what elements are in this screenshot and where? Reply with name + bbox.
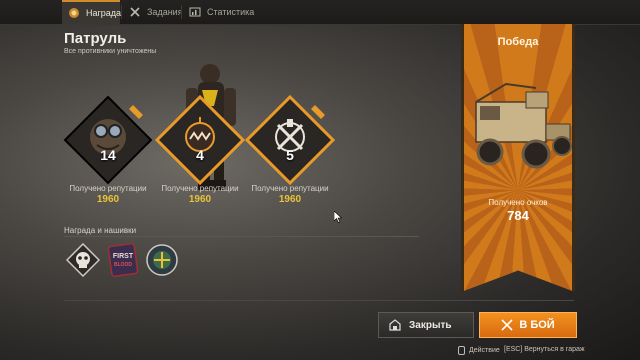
reputation-badge-2: 4 <box>155 95 245 185</box>
svg-text:FIRST: FIRST <box>113 253 134 260</box>
bottom-divider <box>64 300 574 301</box>
action-hint-label: Действие <box>469 347 500 354</box>
rep-value: 1960 <box>278 194 302 205</box>
mouse-icon <box>458 346 465 355</box>
armored-vehicle-illustration <box>466 74 574 184</box>
round-emblem-icon <box>146 244 178 276</box>
tab-tasks-label: Задания <box>147 7 183 17</box>
points-label: Получено очков <box>488 198 548 207</box>
garage-icon <box>389 319 401 331</box>
tab-reward-label: Награда <box>86 8 122 18</box>
mission-subtitle: Все противники уничтожены <box>64 48 157 55</box>
reputation-badge-3: 5 <box>245 95 335 185</box>
top-tab-bar: Награда Задания Статистика <box>0 0 640 25</box>
crossed-swords-icon <box>501 319 513 331</box>
first-blood-patch-icon: FIRST BLOOD <box>107 242 139 278</box>
esc-hint-label: [ESC] Вернуться в гараж <box>504 346 585 353</box>
points-value: 784 <box>507 208 529 223</box>
action-hint: Действие <box>458 346 500 355</box>
rep-label: Получено репутации <box>251 184 329 193</box>
reputation-badge-1: 14 <box>63 95 153 185</box>
badge-level-number: 5 <box>286 147 294 163</box>
award-medal-icon <box>68 7 80 19</box>
tab-divider <box>181 5 182 19</box>
rep-label: Получено репутации <box>161 184 239 193</box>
badge-level-number: 14 <box>100 147 116 163</box>
reward-item-2[interactable]: FIRST BLOOD <box>106 242 140 278</box>
close-button[interactable]: Закрыть <box>378 312 474 338</box>
tab-divider <box>121 5 122 19</box>
mouse-cursor-icon <box>334 211 342 223</box>
crossed-tools-icon <box>129 6 141 18</box>
rep-value: 1960 <box>188 194 212 205</box>
tab-tasks[interactable]: Задания <box>123 2 183 22</box>
rewards-title: Награда и нашивки <box>64 226 137 235</box>
rep-label: Получено репутации <box>69 184 147 193</box>
to-battle-button-label: В БОЙ <box>519 319 555 331</box>
rewards-divider <box>64 236 419 237</box>
rep-value: 1960 <box>96 194 120 205</box>
mission-title: Патруль <box>64 30 127 47</box>
skull-sticker-icon <box>65 242 101 278</box>
stats-bar-icon <box>189 6 201 18</box>
victory-title: Победа <box>497 36 539 48</box>
reward-item-3[interactable] <box>145 243 179 277</box>
svg-text:BLOOD: BLOOD <box>114 262 132 268</box>
badge-level-number: 4 <box>196 147 204 163</box>
to-battle-button[interactable]: В БОЙ <box>479 312 577 338</box>
tab-statistics[interactable]: Статистика <box>183 2 255 22</box>
esc-hint[interactable]: [ESC] Вернуться в гараж <box>504 346 585 353</box>
tab-statistics-label: Статистика <box>207 7 255 17</box>
close-button-label: Закрыть <box>409 319 452 331</box>
reward-item-1[interactable] <box>65 242 101 278</box>
tab-reward[interactable]: Награда <box>62 0 122 24</box>
